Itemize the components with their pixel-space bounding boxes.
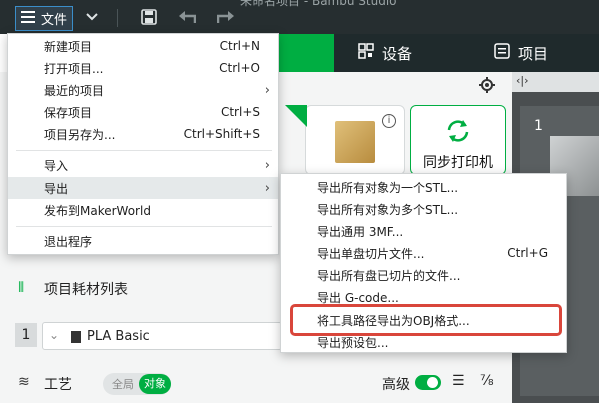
menu-item-shortcut: Ctrl+O — [219, 61, 260, 75]
chevron-right-icon: › — [264, 180, 270, 196]
filament-material: PLA Basic — [87, 329, 150, 344]
menu-item-publish-makerworld[interactable]: 发布到MakerWorld — [8, 199, 278, 221]
menu-item-label: 导出所有对象为多个STL... — [317, 202, 459, 217]
window-title: 未命名项目 - Bambu Studio — [240, 0, 397, 8]
submenu-item-export-one-stl[interactable]: 导出所有对象为一个STL... — [281, 176, 566, 198]
menu-item-label: 导出预设包... — [317, 335, 389, 350]
chevron-down-icon: ⌄ — [49, 328, 60, 342]
hamburger-icon — [20, 10, 36, 28]
menu-item-label: 项目另存为... — [44, 127, 116, 142]
menu-item-shortcut: Ctrl+S — [220, 105, 260, 119]
menu-item-export[interactable]: 导出 › — [8, 177, 278, 199]
tab-prepare-active[interactable] — [270, 34, 334, 72]
menu-item-label: 退出程序 — [44, 234, 93, 249]
menu-item-shortcut: Ctrl+N — [219, 39, 260, 53]
filament-section-header: ⦀ 项目耗材列表 — [0, 272, 278, 306]
compare-icon[interactable]: ⅞ — [480, 373, 494, 389]
menu-item-save-as[interactable]: 项目另存为... Ctrl+Shift+S — [8, 123, 278, 145]
menu-item-open-project[interactable]: 打开项目... Ctrl+O — [8, 57, 278, 79]
process-section-title: 工艺 — [44, 377, 72, 393]
scope-toggle[interactable]: 全局 对象 — [103, 373, 171, 395]
submenu-item-export-all-sliced[interactable]: 导出所有盘已切片的文件... — [281, 264, 566, 286]
advanced-label: 高级 — [382, 377, 410, 393]
process-section-header: ≋ 工艺 全局 对象 高级 ☰ ⅞ — [0, 368, 512, 403]
menu-divider — [16, 150, 272, 151]
menu-divider — [16, 226, 272, 227]
menu-item-label: 导出通用 3MF... — [317, 224, 404, 239]
viewport-header: ‹|› — [512, 72, 599, 92]
save-icon[interactable] — [137, 6, 161, 28]
plate-thumbnail — [335, 121, 375, 163]
gear-icon[interactable] — [478, 76, 498, 96]
file-menu-button[interactable]: 文件 — [15, 6, 73, 31]
filament-icon: ⦀ — [18, 280, 25, 296]
menu-item-exit[interactable]: 退出程序 — [8, 230, 278, 252]
menu-item-shortcut: Ctrl+Shift+S — [183, 127, 260, 141]
menu-item-label: 导出所有盘已切片的文件... — [317, 268, 461, 283]
tab-device-label: 设备 — [382, 44, 413, 63]
menu-item-label: 导出单盘切片文件... — [317, 246, 425, 261]
toggle-global[interactable]: 全局 — [112, 376, 134, 392]
toggle-object[interactable]: 对象 — [139, 374, 171, 394]
menu-item-label: 保存项目 — [44, 105, 93, 120]
highlight-annotation-box — [290, 304, 562, 336]
device-grid-icon — [358, 43, 374, 63]
filament-select[interactable]: ⌄ PLA Basic — [42, 322, 282, 350]
filament-slot-number[interactable]: 1 — [15, 323, 37, 347]
layers-icon: ≋ — [18, 374, 30, 390]
project-list-icon — [494, 43, 510, 63]
menu-item-label: 新建项目 — [44, 39, 93, 54]
info-icon[interactable]: i — [382, 114, 396, 128]
menu-item-label: 导入 — [44, 158, 69, 173]
plate-card[interactable]: i — [305, 105, 405, 175]
menu-item-label: 打开项目... — [44, 61, 104, 76]
redo-icon[interactable] — [214, 6, 238, 28]
submenu-item-export-generic-3mf[interactable]: 导出通用 3MF... — [281, 220, 566, 242]
menu-item-import[interactable]: 导入 › — [8, 154, 278, 176]
tab-project[interactable]: 项目 — [494, 34, 548, 72]
menu-item-save-project[interactable]: 保存项目 Ctrl+S — [8, 101, 278, 123]
chevron-right-icon: › — [264, 82, 270, 98]
submenu-item-export-plate-sliced[interactable]: 导出单盘切片文件... Ctrl+G — [281, 242, 566, 264]
menu-item-label: 导出 — [44, 181, 69, 196]
menu-item-recent-projects[interactable]: 最近的项目 › — [8, 79, 278, 101]
sync-icon — [444, 118, 472, 147]
tab-project-label: 项目 — [518, 44, 549, 63]
code-bracket-icon[interactable]: ‹|› — [516, 74, 529, 87]
menu-item-label: 导出 G-code... — [317, 290, 399, 305]
chevron-right-icon: › — [264, 157, 270, 173]
undo-icon[interactable] — [175, 6, 199, 28]
sync-printer-button[interactable]: 同步打印机 — [410, 105, 506, 175]
menu-item-label: 导出所有对象为一个STL... — [317, 180, 459, 195]
menu-item-label: 发布到MakerWorld — [44, 203, 151, 218]
filament-color-swatch — [71, 331, 81, 343]
file-menu: 新建项目 Ctrl+N 打开项目... Ctrl+O 最近的项目 › 保存项目 … — [7, 33, 279, 255]
menu-item-new-project[interactable]: 新建项目 Ctrl+N — [8, 35, 278, 57]
file-menu-label: 文件 — [41, 13, 68, 28]
list-icon[interactable]: ☰ — [452, 373, 465, 389]
submenu-item-export-multiple-stl[interactable]: 导出所有对象为多个STL... — [281, 198, 566, 220]
toolbar-divider — [117, 9, 118, 27]
chevron-down-icon[interactable] — [80, 6, 104, 28]
plate-number: 1 — [534, 118, 543, 134]
filament-section-title: 项目耗材列表 — [44, 282, 128, 298]
tab-device[interactable]: 设备 — [358, 34, 412, 72]
advanced-toggle[interactable] — [415, 375, 441, 390]
sync-printer-label: 同步打印机 — [423, 155, 493, 171]
menu-item-shortcut: Ctrl+G — [507, 246, 548, 260]
menu-item-label: 最近的项目 — [44, 83, 105, 98]
